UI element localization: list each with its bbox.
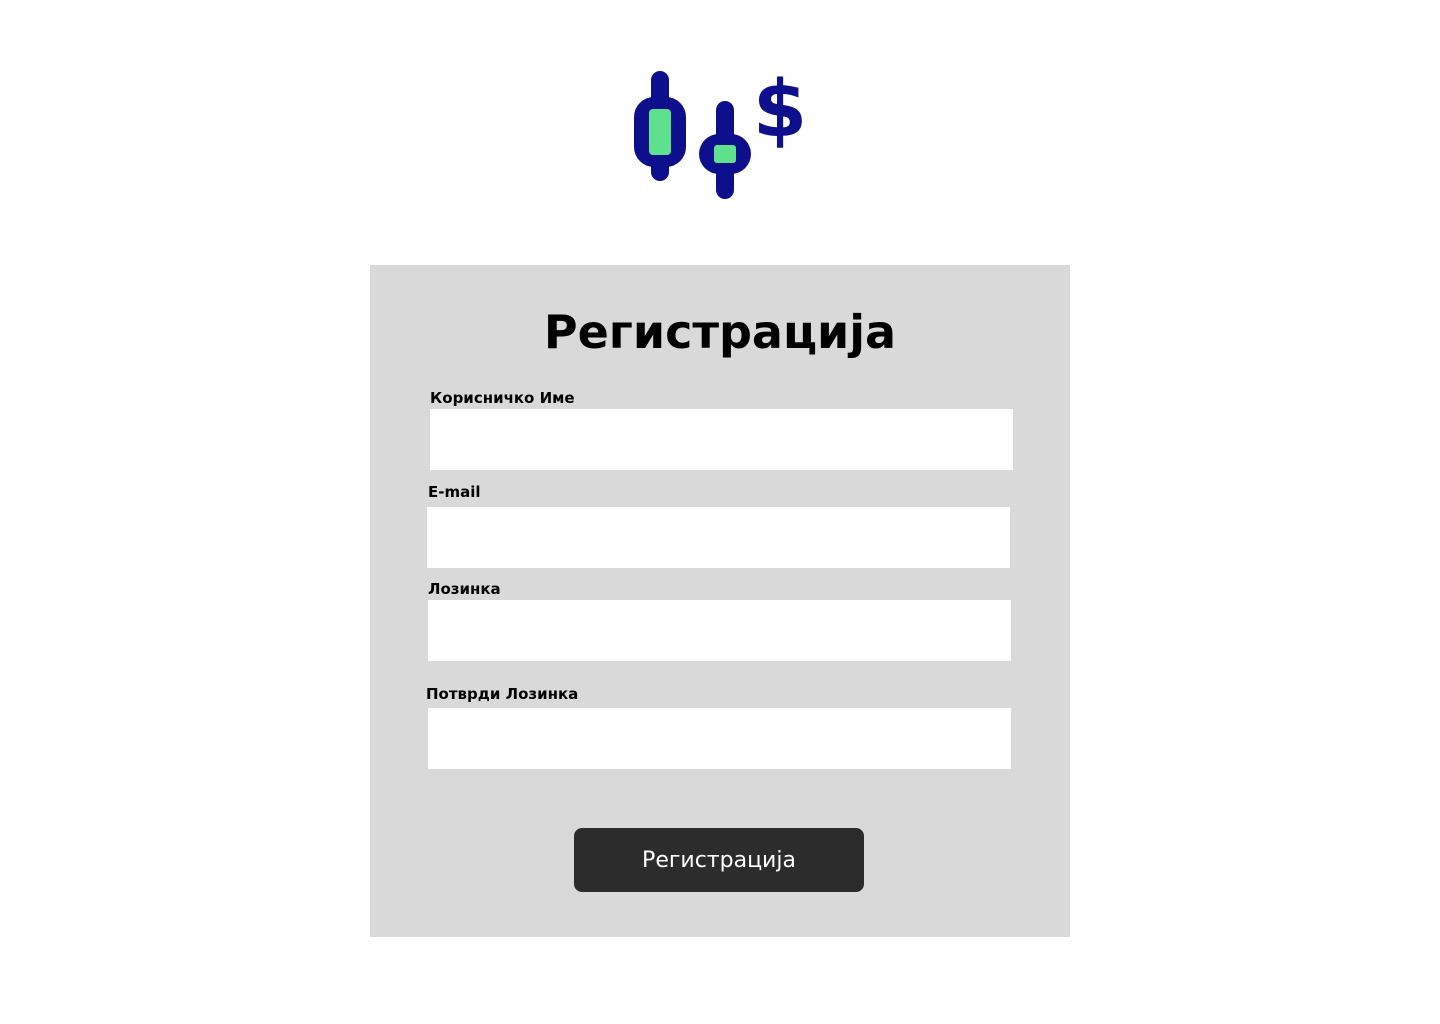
- email-label: E-mail: [428, 483, 481, 501]
- page-title: Регистрација: [543, 305, 897, 359]
- dollar-icon: $: [753, 66, 807, 155]
- confirm-password-input[interactable]: [428, 708, 1011, 769]
- password-label: Лозинка: [428, 580, 501, 598]
- candlestick-right-icon: [699, 101, 751, 199]
- username-label: Корисничко Име: [430, 389, 575, 407]
- email-input[interactable]: [427, 507, 1010, 568]
- confirm-password-label: Потврди Лозинка: [426, 685, 579, 703]
- candlestick-left-icon: [634, 71, 686, 181]
- candlestick-dollar-logo-icon: $: [634, 66, 807, 199]
- register-button[interactable]: Регистрација: [574, 828, 864, 892]
- username-input[interactable]: [430, 409, 1013, 470]
- password-input[interactable]: [428, 600, 1011, 661]
